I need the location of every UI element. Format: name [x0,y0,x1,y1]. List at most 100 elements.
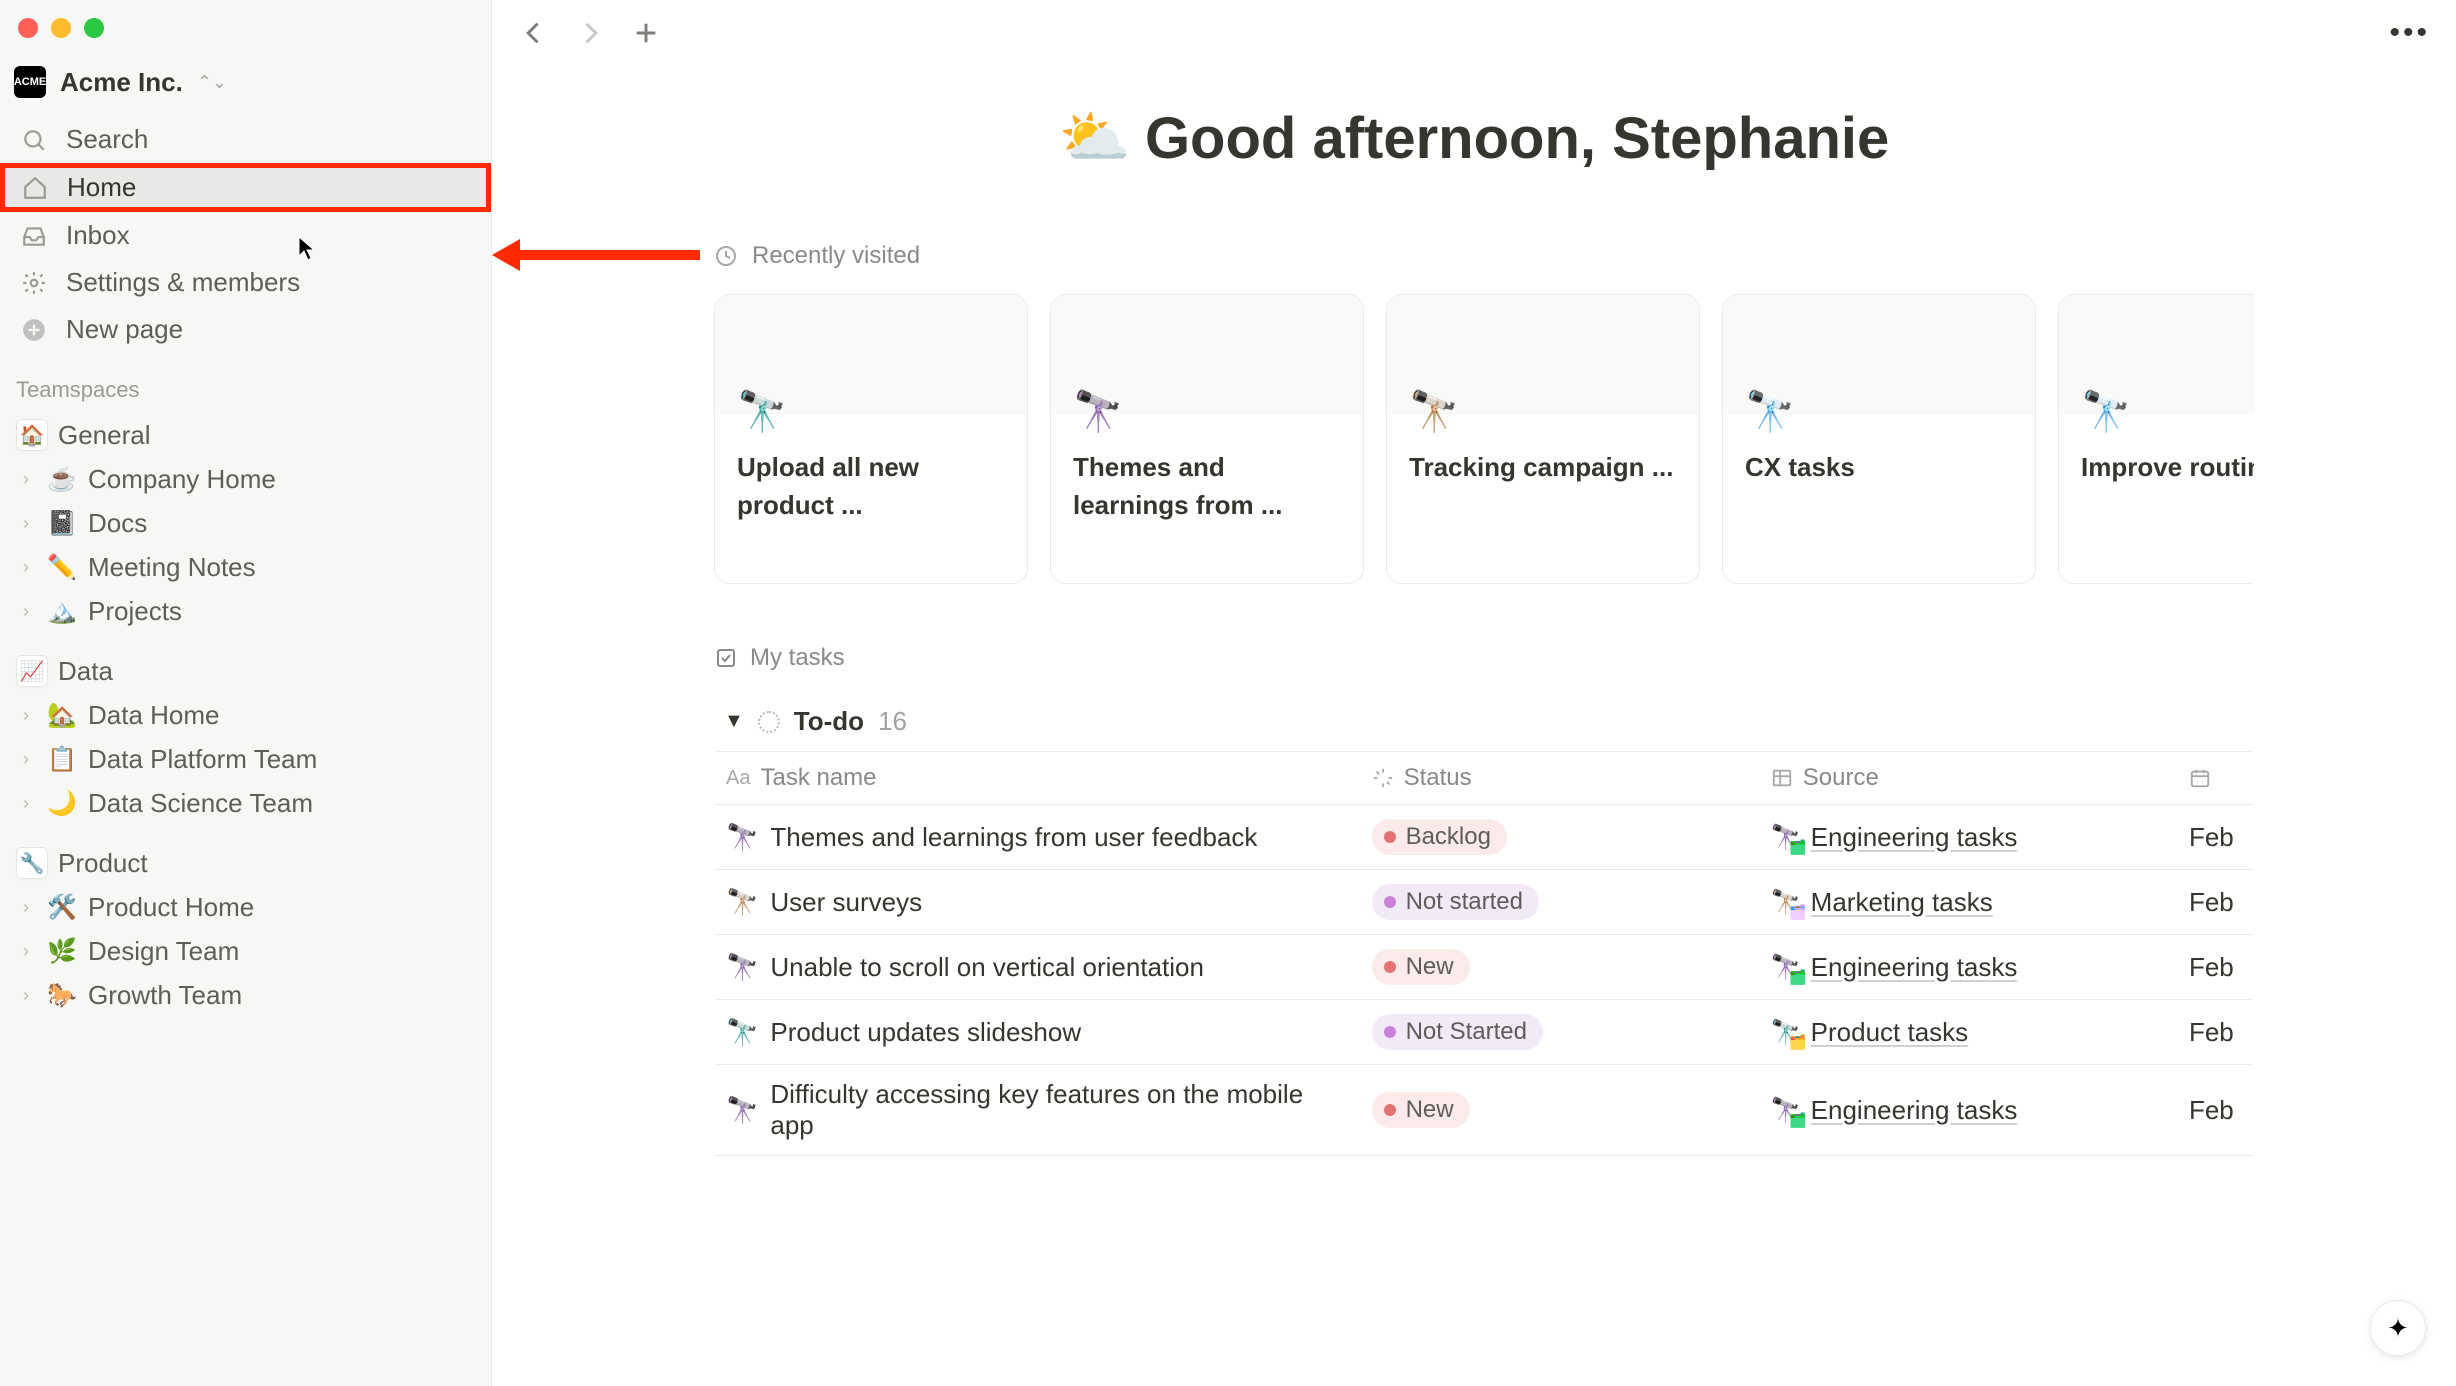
weather-icon: ⛅ [1059,104,1131,172]
page-label: Docs [88,508,147,539]
status-dot-icon [1384,896,1396,908]
annotation-arrow [492,239,700,271]
sidebar-item-search[interactable]: Search [0,116,491,163]
source-link[interactable]: Product tasks [1811,1017,1969,1048]
status-dot-icon [1384,1026,1396,1038]
source-link[interactable]: Engineering tasks [1811,822,2018,853]
window-close-button[interactable] [18,18,38,38]
page-item[interactable]: › 🏡 Data Home [0,693,491,737]
sidebar-item-new-page[interactable]: New page [0,306,491,353]
page-icon: 🏔️ [46,595,78,627]
sidebar-item-inbox[interactable]: Inbox [0,212,491,259]
table-header: Aa Task name Status Source [714,751,2254,805]
recent-page-card[interactable]: 🔭 Themes and learnings from ... [1050,294,1364,584]
task-row[interactable]: 🔭 Unable to scroll on vertical orientati… [714,935,2254,1000]
teamspace-icon: 🔧 [16,847,48,879]
page-item[interactable]: › 📓 Docs [0,501,491,545]
teamspace-label: General [58,420,151,451]
column-header: Status [1404,764,1472,792]
chevron-right-icon: › [16,985,36,1006]
status-label: Backlog [1406,823,1491,851]
window-controls [0,8,491,56]
greeting-text: Good afternoon, Stephanie [1145,105,1889,172]
window-maximize-button[interactable] [84,18,104,38]
page-item[interactable]: › 🐎 Growth Team [0,973,491,1017]
source-link[interactable]: Engineering tasks [1811,1095,2018,1126]
table-icon [1771,767,1793,789]
task-row[interactable]: 🔭 Product updates slideshow Not Started … [714,1000,2254,1065]
status-label: Not Started [1406,1018,1527,1046]
status-dot-icon [1384,1104,1396,1116]
teamspace-icon: 📈 [16,655,48,687]
teamspaces-header: Teamspaces [0,353,491,413]
sidebar-item-home[interactable]: Home [0,163,491,212]
window-minimize-button[interactable] [51,18,71,38]
column-header: Source [1803,764,1879,792]
page-item[interactable]: › 📋 Data Platform Team [0,737,491,781]
chevron-right-icon: › [16,793,36,814]
binoculars-icon: 🔭 [726,952,758,983]
task-row[interactable]: 🔭 Themes and learnings from user feedbac… [714,805,2254,870]
text-type-icon: Aa [726,767,750,790]
topbar: ••• [492,0,2456,66]
task-date: Feb [2189,1095,2234,1126]
teamspace-product[interactable]: 🔧 Product [0,841,491,885]
binoculars-icon: 🔭 [1409,388,1459,435]
sidebar-item-settings[interactable]: Settings & members [0,259,491,306]
recent-page-card[interactable]: 🔭 Improve routing logic [2058,294,2254,584]
teamspace-label: Data [58,656,113,687]
section-label: Recently visited [752,242,920,270]
page-label: Design Team [88,936,239,967]
chevron-right-icon: › [16,557,36,578]
group-name: To-do [794,706,864,737]
workspace-icon: ACME [14,66,46,98]
task-name: Product updates slideshow [770,1017,1081,1048]
nav-back-button[interactable] [518,17,550,49]
page-icon: 📋 [46,743,78,775]
page-item[interactable]: › 🛠️ Product Home [0,885,491,929]
source-link[interactable]: Marketing tasks [1811,887,1993,918]
page-label: Product Home [88,892,254,923]
ai-assist-button[interactable]: ✦ [2370,1300,2426,1356]
recent-page-card[interactable]: 🔭 CX tasks [1722,294,2036,584]
clock-icon [714,244,738,268]
task-row[interactable]: 🔭 Difficulty accessing key features on t… [714,1065,2254,1156]
page-icon: 🌙 [46,787,78,819]
page-item[interactable]: › ☕ Company Home [0,457,491,501]
binoculars-icon: 🔭🗂️ [1771,888,1801,917]
teamspace-icon: 🏠 [16,419,48,451]
page-label: Data Platform Team [88,744,317,775]
teamspace-general[interactable]: 🏠 General [0,413,491,457]
task-row[interactable]: 🔭 User surveys Not started 🔭🗂️ Marketing… [714,870,2254,935]
caret-down-icon: ▼ [724,710,744,733]
workspace-switcher[interactable]: ACME Acme Inc. ⌃⌄ [0,56,491,116]
card-preview: 🔭 [1387,295,1699,415]
binoculars-icon: 🔭 [726,1095,758,1126]
teamspace-data[interactable]: 📈 Data [0,649,491,693]
nav-forward-button[interactable] [574,17,606,49]
section-label: My tasks [750,644,845,672]
page-item[interactable]: › 🌙 Data Science Team [0,781,491,825]
recent-page-card[interactable]: 🔭 Tracking campaign ... [1386,294,1700,584]
status-circle-icon [758,711,780,733]
sparkle-icon: ✦ [2387,1313,2409,1344]
task-name: Themes and learnings from user feedback [770,822,1257,853]
nav-label: Home [67,172,136,203]
status-label: New [1406,953,1454,981]
page-label: Data Home [88,700,220,731]
status-badge: Not Started [1372,1014,1543,1050]
status-badge: New [1372,1092,1470,1128]
loading-icon [1372,767,1394,789]
my-tasks-section: My tasks ▼ To-do 16 Aa Task name Status [664,644,2284,1156]
task-group-header[interactable]: ▼ To-do 16 [714,700,2254,751]
recent-page-card[interactable]: 🔭 Upload all new product ... [714,294,1028,584]
page-icon: 🌿 [46,935,78,967]
new-tab-button[interactable] [630,17,662,49]
card-preview: 🔭 [1051,295,1363,415]
page-item[interactable]: › 🏔️ Projects [0,589,491,633]
more-menu-button[interactable]: ••• [2389,16,2430,50]
group-count: 16 [878,706,907,737]
page-item[interactable]: › ✏️ Meeting Notes [0,545,491,589]
page-item[interactable]: › 🌿 Design Team [0,929,491,973]
source-link[interactable]: Engineering tasks [1811,952,2018,983]
